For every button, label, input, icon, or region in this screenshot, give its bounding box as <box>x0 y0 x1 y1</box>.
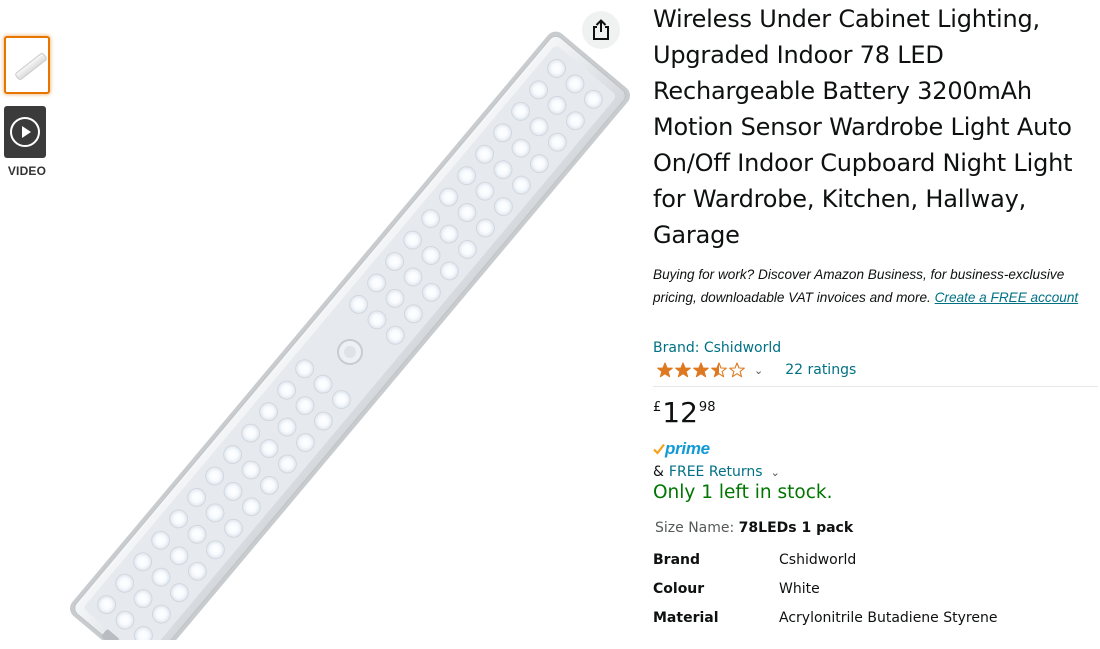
star-icon <box>711 362 727 378</box>
spec-row: Colour White <box>653 574 997 603</box>
rating-row: ⌄ 22 ratings <box>653 358 1098 387</box>
spec-row: Brand Cshidworld <box>653 545 997 574</box>
spec-key: Colour <box>653 580 705 597</box>
image-thumbnail-selected[interactable] <box>4 36 50 94</box>
spec-value: White <box>779 580 820 597</box>
ratings-count-link[interactable]: 22 ratings <box>785 362 856 378</box>
size-label: Size Name: <box>655 520 735 536</box>
product-details: Wireless Under Cabinet Lighting, Upgrade… <box>653 0 1098 632</box>
size-value: 78LEDs 1 pack <box>738 520 854 536</box>
size-selector: Size Name: 78LEDs 1 pack <box>653 520 1098 536</box>
price: £ 12 98 <box>653 396 1098 434</box>
share-icon <box>593 19 609 40</box>
chevron-down-icon[interactable]: ⌄ <box>754 364 763 377</box>
video-thumbnail[interactable] <box>4 106 46 158</box>
spec-value: Cshidworld <box>779 551 857 568</box>
thumbnail-strip: VIDEO <box>4 36 50 178</box>
spec-value: Acrylonitrile Butadiene Styrene <box>779 609 998 626</box>
returns-prefix: & <box>653 464 664 480</box>
returns-row: & FREE Returns ⌄ <box>653 464 1098 480</box>
video-label: VIDEO <box>7 164 47 178</box>
create-account-link[interactable]: Create a FREE account <box>935 290 1079 305</box>
price-whole: 12 <box>662 396 698 429</box>
prime-badge: prime <box>653 438 1098 460</box>
product-specs-table: Brand Cshidworld Colour White Material A… <box>653 545 997 632</box>
spec-key: Material <box>653 609 719 626</box>
brand-link[interactable]: Brand: Cshidworld <box>653 340 1098 356</box>
price-currency: £ <box>653 400 662 415</box>
star-icon <box>729 362 745 378</box>
product-title: Wireless Under Cabinet Lighting, Upgrade… <box>653 5 1073 249</box>
star-rating[interactable] <box>656 362 746 378</box>
stock-status: Only 1 left in stock. <box>653 482 833 503</box>
price-fraction: 98 <box>698 400 716 415</box>
prime-label: prime <box>665 439 710 458</box>
business-promo: Buying for work? Discover Amazon Busines… <box>653 263 1098 309</box>
free-returns-link[interactable]: FREE Returns <box>669 464 763 480</box>
spec-key: Brand <box>653 551 701 568</box>
star-icon <box>693 362 709 378</box>
play-icon <box>10 117 40 147</box>
thumbnail-product-image <box>14 51 48 82</box>
main-product-image[interactable] <box>60 30 635 649</box>
chevron-down-icon[interactable]: ⌄ <box>771 466 780 479</box>
star-icon <box>657 362 673 378</box>
star-icon <box>675 362 691 378</box>
spec-row: Material Acrylonitrile Butadiene Styrene <box>653 603 997 632</box>
checkmark-icon <box>653 443 665 455</box>
light-bar-image <box>69 31 631 649</box>
share-button[interactable] <box>582 11 620 49</box>
